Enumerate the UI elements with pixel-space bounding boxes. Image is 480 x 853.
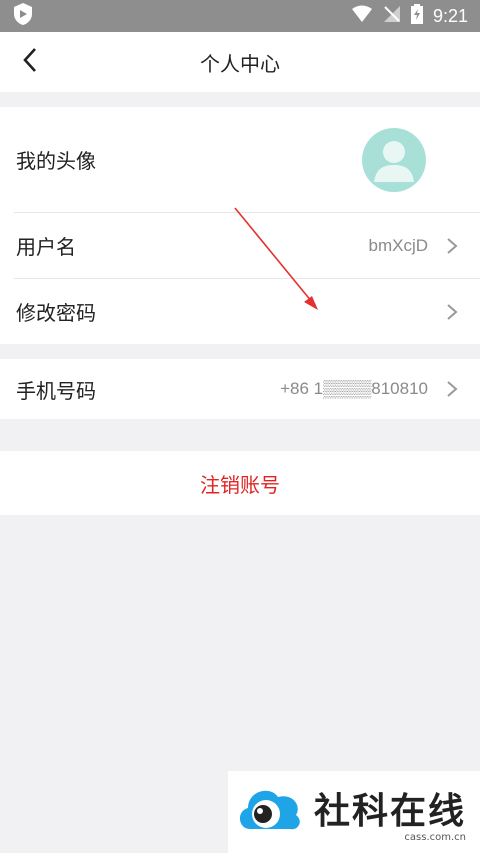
username-label: 用户名	[16, 235, 76, 259]
phone-group: 手机号码 +86 1▒▒▒▒810810	[0, 359, 480, 419]
no-signal-icon	[383, 5, 401, 27]
phone-row[interactable]: 手机号码 +86 1▒▒▒▒810810	[0, 359, 480, 419]
cloud-eye-logo-icon	[236, 781, 304, 843]
username-value: bmXcjD	[368, 235, 428, 255]
profile-group: 我的头像 用户名 bmXcjD 修改密码	[0, 107, 480, 344]
back-button[interactable]	[14, 46, 46, 78]
chevron-right-icon	[446, 380, 458, 398]
page-header: 个人中心	[0, 32, 480, 92]
avatar-row[interactable]: 我的头像	[0, 107, 480, 212]
phone-label: 手机号码	[16, 378, 96, 403]
shield-icon	[12, 2, 34, 30]
change-password-row[interactable]: 修改密码	[0, 279, 480, 344]
chevron-left-icon	[22, 47, 38, 77]
battery-icon	[410, 4, 423, 28]
logout-button[interactable]: 注销账号	[0, 451, 480, 515]
watermark-name: 社科在线	[314, 789, 467, 832]
wifi-icon	[351, 5, 373, 27]
user-silhouette-icon	[374, 140, 414, 182]
chevron-right-icon	[446, 237, 458, 255]
watermark: 社科在线 cass.com.cn	[228, 771, 480, 853]
page-title: 个人中心	[200, 51, 280, 76]
change-password-label: 修改密码	[16, 301, 96, 325]
watermark-site: cass.com.cn	[404, 831, 467, 843]
username-row[interactable]: 用户名 bmXcjD	[0, 213, 480, 278]
phone-value: +86 1▒▒▒▒810810	[280, 379, 428, 398]
avatar-label: 我的头像	[16, 149, 96, 173]
chevron-right-icon	[446, 303, 458, 321]
avatar[interactable]	[362, 127, 426, 192]
status-bar: 9:21	[0, 0, 480, 32]
status-time: 9:21	[432, 5, 468, 26]
